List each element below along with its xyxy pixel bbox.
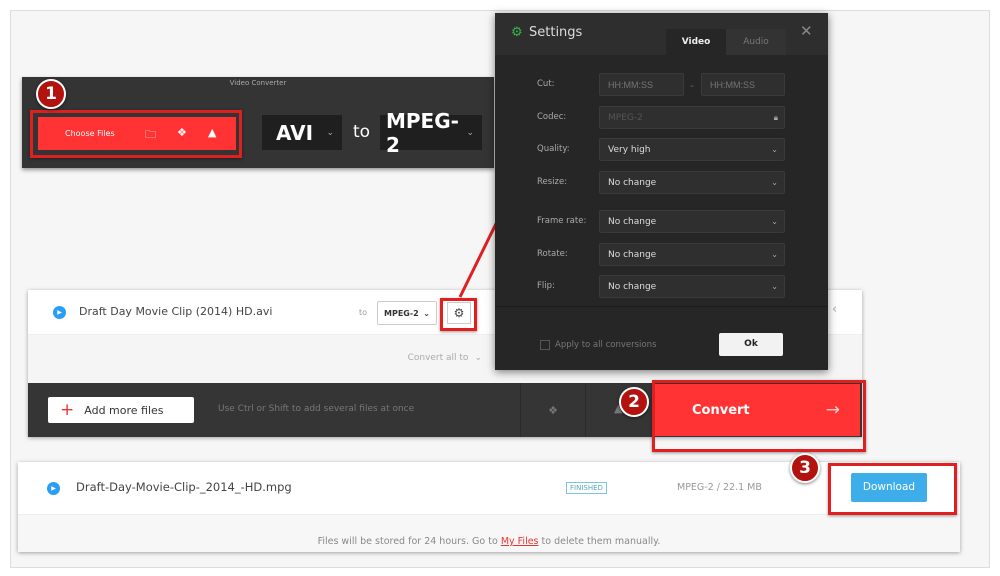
cut-label: Cut:: [537, 79, 555, 89]
frame-rate-select[interactable]: No change ⌄: [599, 210, 785, 233]
cut-start-input[interactable]: [599, 73, 684, 96]
result-file-name: Draft-Day-Movie-Clip-_2014_-HD.mpg: [76, 480, 292, 494]
chevron-down-icon: ⌄: [771, 217, 778, 226]
flip-label: Flip:: [537, 281, 555, 291]
chevron-down-icon: ⌄: [771, 282, 778, 291]
step-badge-3: 3: [790, 453, 820, 483]
cut-separator: -: [690, 79, 694, 92]
apply-all-label: Apply to all conversions: [555, 340, 657, 350]
gear-icon: ⚙: [511, 25, 523, 40]
chevron-down-icon: ⌄: [771, 178, 778, 187]
flip-select[interactable]: No change ⌄: [599, 275, 785, 298]
divider: [495, 306, 828, 307]
resize-select[interactable]: No change ⌄: [599, 171, 785, 194]
status-badge: FINISHED: [566, 482, 607, 494]
frame-rate-label: Frame rate:: [537, 216, 587, 226]
ok-button[interactable]: Ok: [719, 333, 783, 356]
annotation-box-3: [828, 463, 957, 515]
my-files-link[interactable]: My Files: [501, 536, 539, 547]
tab-audio[interactable]: Audio: [726, 29, 786, 55]
settings-dialog: ⚙ Settings Video Audio ✕ Cut: - Codec: M…: [495, 13, 828, 370]
rotate-label: Rotate:: [537, 249, 568, 259]
chevron-down-icon: ⌄: [771, 250, 778, 259]
codec-field: MPEG-2 🔒︎: [599, 106, 785, 129]
result-card: ▶ Draft-Day-Movie-Clip-_2014_-HD.mpg FIN…: [18, 462, 960, 552]
close-icon[interactable]: ✕: [800, 22, 813, 40]
settings-header: ⚙ Settings Video Audio ✕: [495, 13, 828, 55]
quality-label: Quality:: [537, 144, 570, 154]
chevron-down-icon: ⌄: [771, 145, 778, 154]
result-info: MPEG-2 / 22.1 MB: [677, 482, 762, 493]
apply-all-checkbox[interactable]: [540, 340, 550, 350]
resize-label: Resize:: [537, 177, 568, 187]
play-icon: ▶: [47, 482, 60, 495]
lock-icon: 🔒︎: [773, 112, 778, 122]
cut-end-input[interactable]: [701, 73, 785, 96]
quality-select[interactable]: Very high ⌄: [599, 138, 785, 161]
tab-video[interactable]: Video: [666, 29, 726, 55]
settings-title: Settings: [529, 25, 583, 40]
codec-label: Codec:: [537, 112, 567, 122]
rotate-select[interactable]: No change ⌄: [599, 243, 785, 266]
storage-note: Files will be stored for 24 hours. Go to…: [317, 536, 661, 547]
